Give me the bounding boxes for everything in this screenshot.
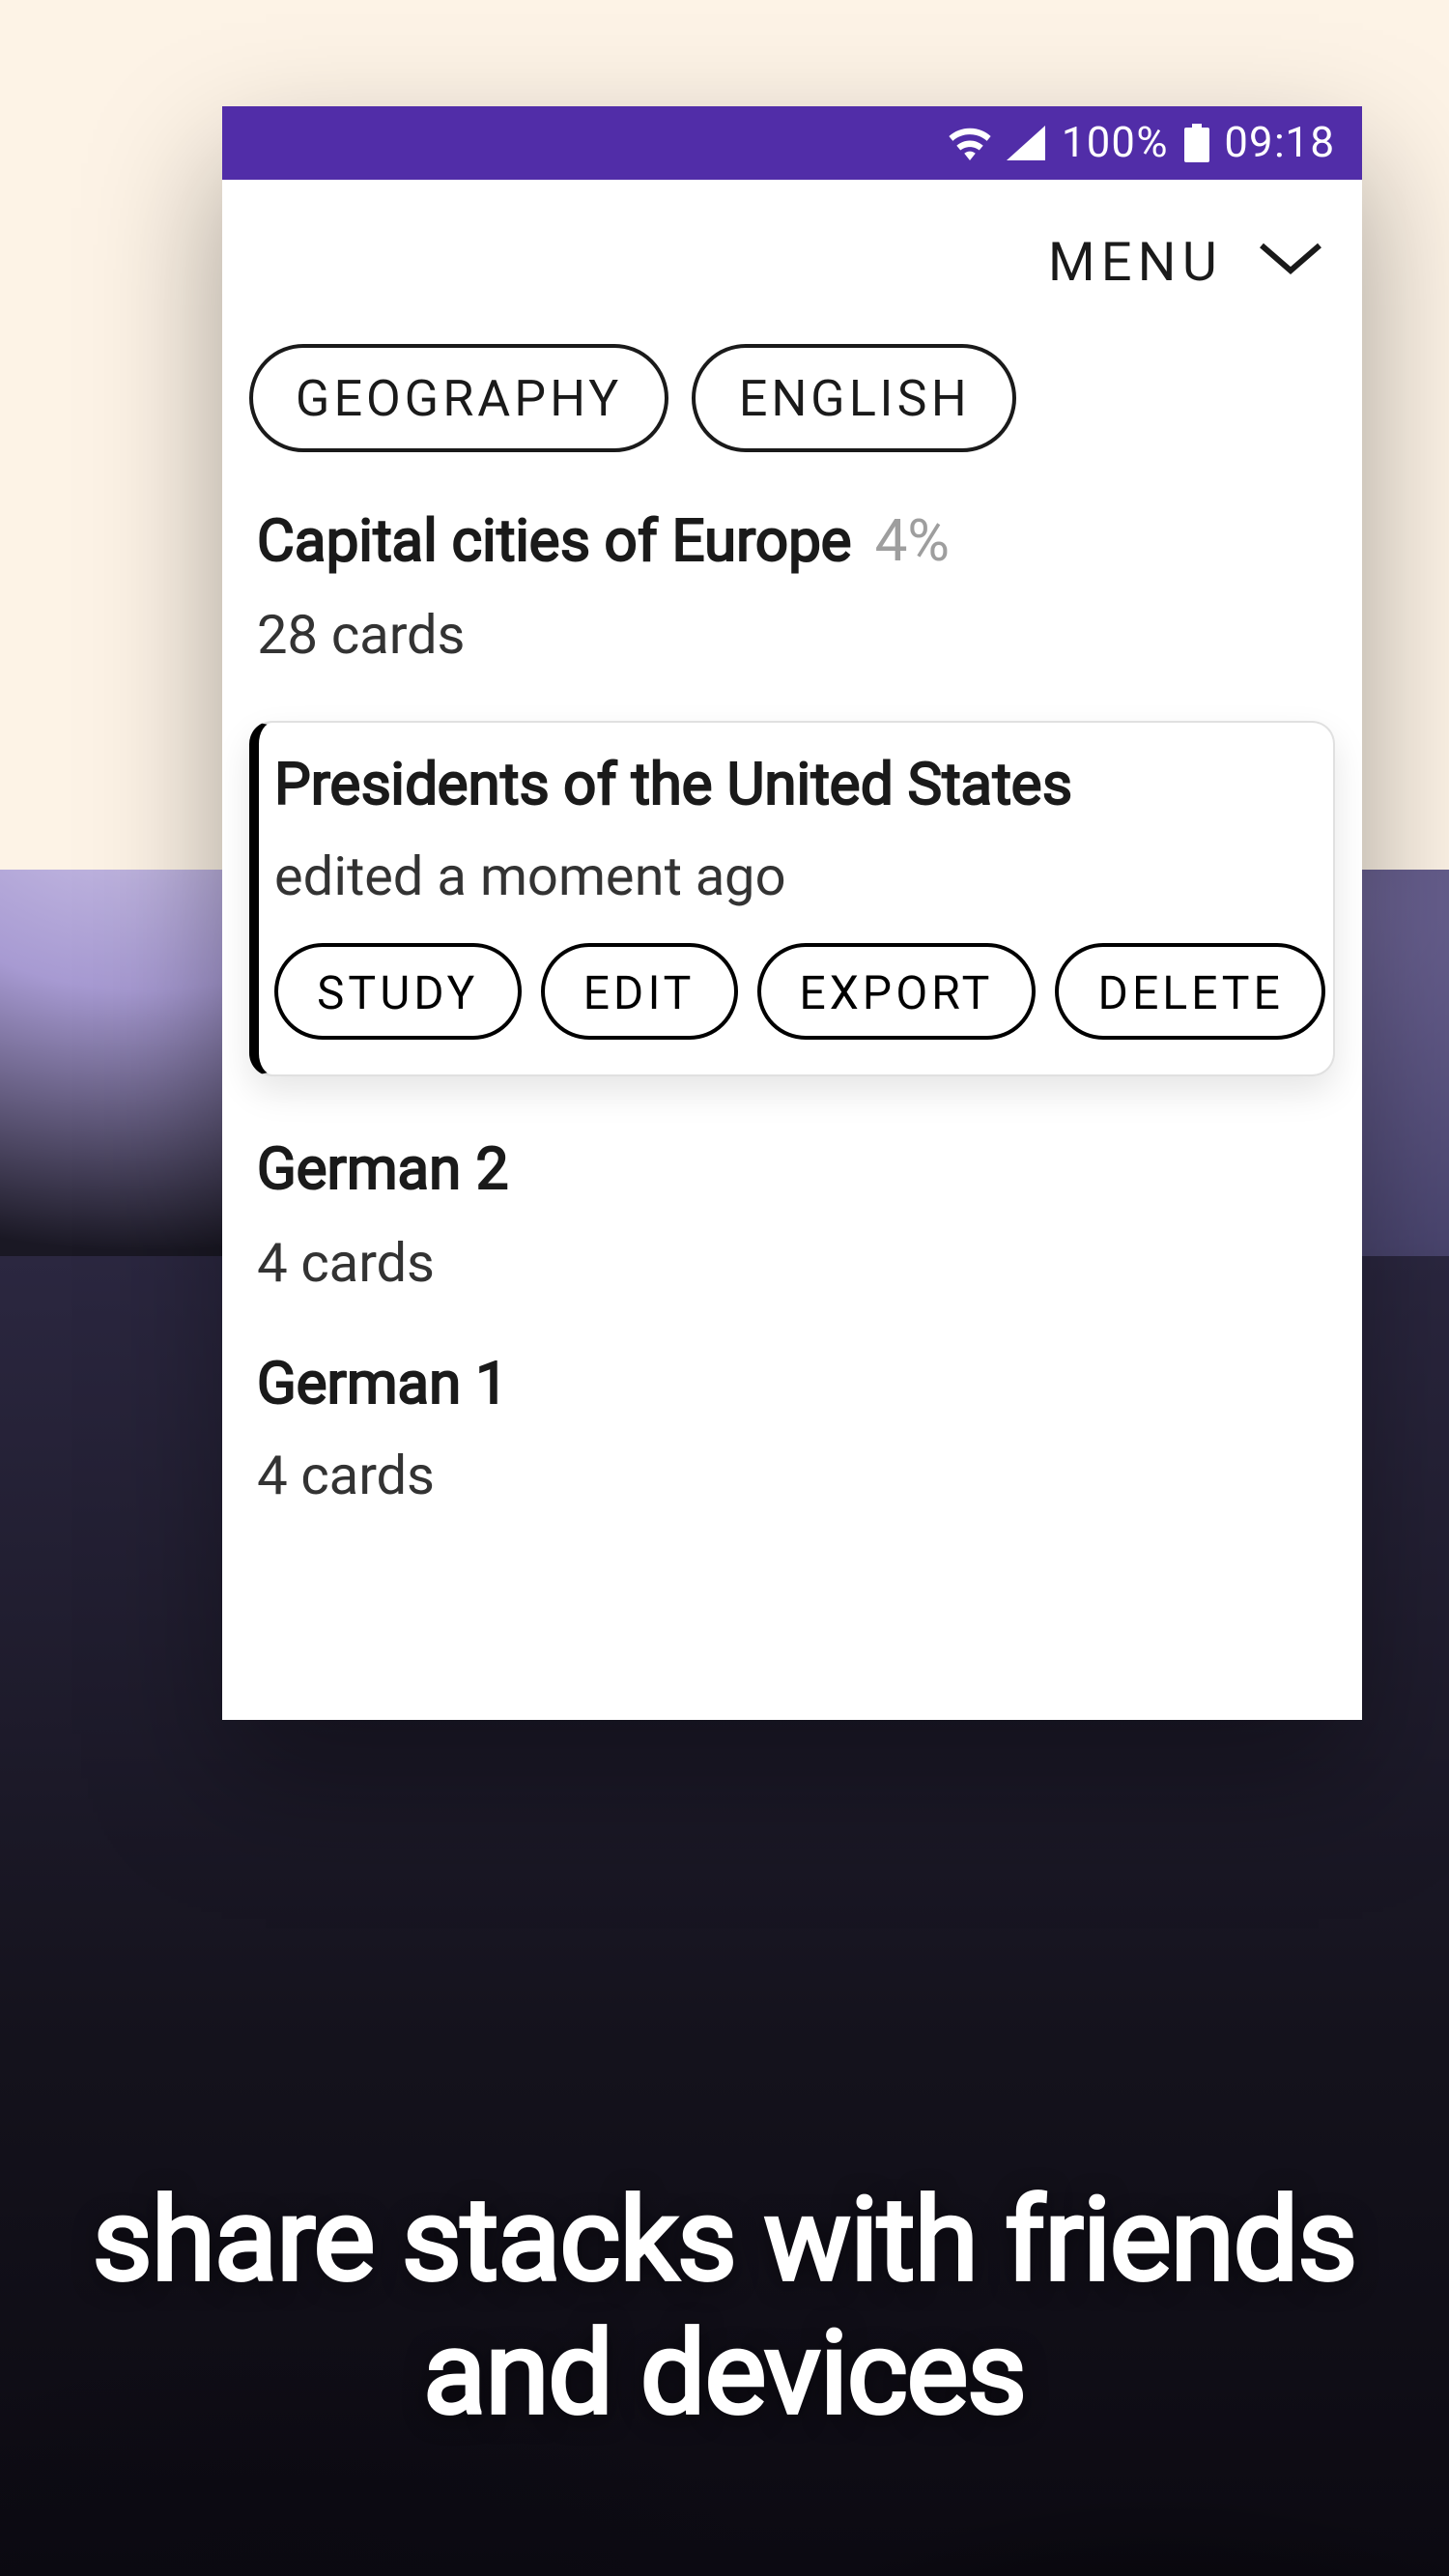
stack-subtitle: 4 cards: [257, 1230, 1327, 1294]
stack-title: German 1: [257, 1348, 1327, 1420]
study-button[interactable]: STUDY: [274, 943, 522, 1040]
stack-list: GEOGRAPHY ENGLISH Capital cities of Euro…: [222, 309, 1362, 1720]
stack-title: Presidents of the United States: [274, 749, 1318, 821]
stack-subtitle: edited a moment ago: [274, 844, 1318, 908]
statusbar-time: 09:18: [1224, 119, 1335, 167]
stack-item[interactable]: German 2 4 cards: [238, 1100, 1347, 1313]
delete-button[interactable]: DELETE: [1055, 943, 1325, 1040]
signal-icon: [1008, 126, 1046, 160]
tag-chip-row: GEOGRAPHY ENGLISH: [238, 344, 1347, 472]
stack-item-selected[interactable]: Presidents of the United States edited a…: [249, 720, 1335, 1076]
stack-progress: 4%: [875, 508, 951, 576]
stack-subtitle: 28 cards: [257, 602, 1327, 666]
battery-icon: [1183, 124, 1208, 162]
chevron-down-icon[interactable]: [1258, 239, 1323, 285]
app-bar: MENU: [222, 180, 1362, 309]
stack-action-row: STUDY EDIT EXPORT DELETE: [274, 943, 1318, 1040]
device-screen: 100% 09:18 MENU GEOGRAPHY ENGLISH Capita: [222, 106, 1362, 1720]
stack-title: Capital cities of Europe: [257, 508, 852, 576]
battery-percent: 100%: [1062, 119, 1168, 167]
edit-button[interactable]: EDIT: [541, 943, 738, 1040]
tag-chip-english[interactable]: ENGLISH: [693, 344, 1017, 452]
export-button[interactable]: EXPORT: [756, 943, 1036, 1040]
menu-button-label[interactable]: MENU: [1048, 230, 1223, 294]
status-icons: 100% 09:18: [950, 119, 1335, 167]
stack-title: German 2: [257, 1134, 1327, 1207]
stack-item[interactable]: German 1 4 cards: [238, 1313, 1347, 1527]
phone-frame: 100% 09:18 MENU GEOGRAPHY ENGLISH Capita: [222, 106, 1362, 913]
stack-item[interactable]: Capital cities of Europe 4% 28 cards: [238, 472, 1347, 685]
android-statusbar: 100% 09:18: [222, 106, 1362, 180]
promo-tagline: share stacks with friends and devices: [0, 2174, 1449, 2441]
tag-chip-geography[interactable]: GEOGRAPHY: [249, 344, 669, 452]
stack-subtitle: 4 cards: [257, 1444, 1327, 1507]
wifi-icon: [950, 126, 992, 160]
